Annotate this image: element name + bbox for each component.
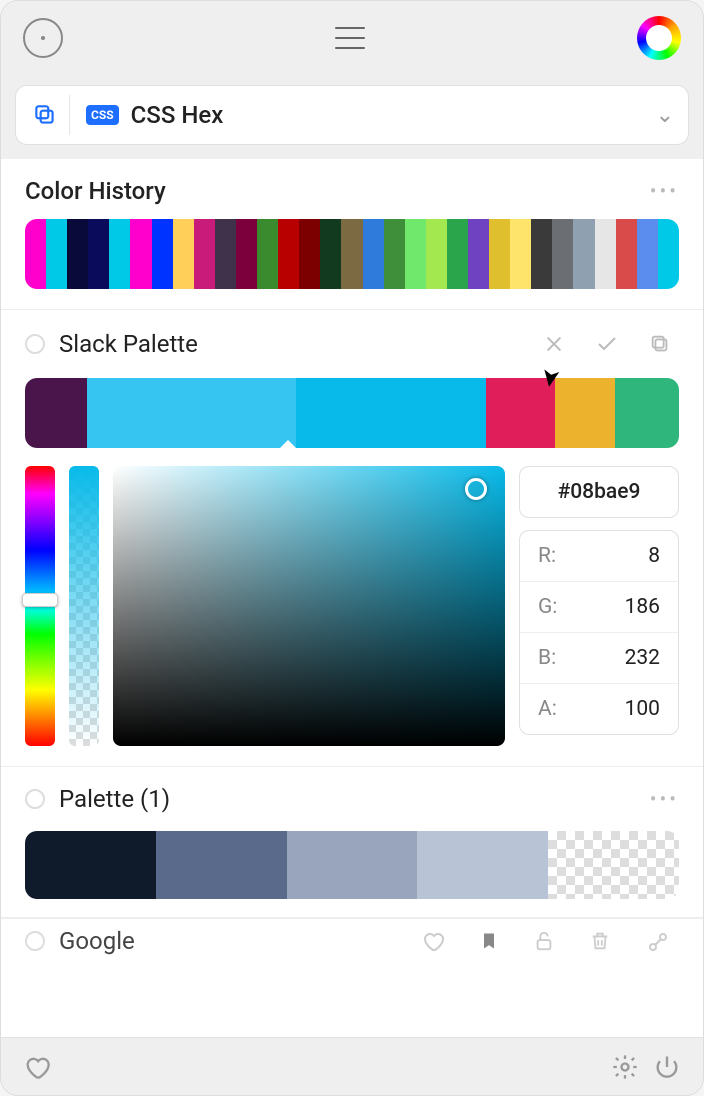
copy-icon[interactable] — [30, 95, 70, 135]
history-swatch[interactable] — [152, 219, 173, 289]
top-bar — [1, 1, 703, 75]
main: Color History ••• Slack Palette — [1, 159, 703, 1037]
slack-swatch[interactable] — [87, 378, 296, 448]
heart-icon[interactable] — [411, 929, 455, 953]
section-history: Color History ••• — [1, 159, 703, 309]
history-swatch[interactable] — [510, 219, 531, 289]
css-badge: CSS — [86, 105, 119, 125]
slack-swatch[interactable] — [555, 378, 615, 448]
history-swatch[interactable] — [468, 219, 489, 289]
row-b[interactable]: B:232 — [520, 633, 678, 684]
slack-swatch[interactable] — [486, 378, 556, 448]
history-title: Color History — [25, 177, 166, 205]
app-window: CSS CSS Hex ⌄ Color History ••• Slack Pa… — [0, 0, 704, 1096]
row-a[interactable]: A:100 — [520, 684, 678, 734]
rgba-table: R:8 G:186 B:232 A:100 — [519, 530, 679, 735]
section-google: Google — [1, 918, 703, 955]
history-swatch[interactable] — [341, 219, 362, 289]
history-swatch[interactable] — [658, 219, 679, 289]
selection-notch — [279, 379, 297, 448]
history-swatch[interactable] — [67, 219, 88, 289]
history-swatch[interactable] — [215, 219, 236, 289]
trash-icon[interactable] — [579, 929, 621, 953]
palette-swatch[interactable] — [25, 831, 156, 899]
favorite-icon[interactable] — [23, 1053, 51, 1081]
history-swatch[interactable] — [426, 219, 447, 289]
power-icon[interactable] — [653, 1053, 681, 1081]
history-more-icon[interactable]: ••• — [650, 179, 679, 203]
bottom-bar — [1, 1037, 703, 1095]
hue-thumb[interactable] — [22, 593, 58, 607]
palette-swatch[interactable] — [287, 831, 418, 899]
history-swatch[interactable] — [447, 219, 468, 289]
menu-icon[interactable] — [335, 27, 365, 49]
history-swatch[interactable] — [531, 219, 552, 289]
history-swatch[interactable] — [25, 219, 46, 289]
history-swatch[interactable] — [489, 219, 510, 289]
format-row: CSS CSS Hex ⌄ — [1, 75, 703, 159]
palette1-title: Palette (1) — [59, 785, 636, 813]
history-swatch[interactable] — [573, 219, 594, 289]
history-swatch[interactable] — [46, 219, 67, 289]
section-slack: Slack Palette ➤ — [1, 310, 703, 766]
palette-swatch[interactable] — [548, 831, 679, 899]
row-g[interactable]: G:186 — [520, 582, 678, 633]
history-swatch[interactable] — [88, 219, 109, 289]
google-title: Google — [59, 927, 397, 955]
format-label: CSS Hex — [131, 101, 644, 129]
section-palette1: Palette (1) ••• — [1, 767, 703, 917]
palette-swatch[interactable] — [156, 831, 287, 899]
history-swatch[interactable] — [384, 219, 405, 289]
palette1-more-icon[interactable]: ••• — [650, 787, 679, 811]
slack-swatch[interactable] — [615, 378, 679, 448]
history-swatch[interactable] — [194, 219, 215, 289]
history-swatch[interactable] — [637, 219, 658, 289]
history-swatch[interactable] — [616, 219, 637, 289]
history-swatch[interactable] — [405, 219, 426, 289]
target-icon[interactable] — [23, 18, 63, 58]
gear-icon[interactable] — [611, 1053, 639, 1081]
history-swatch[interactable] — [552, 219, 573, 289]
alpha-slider[interactable] — [69, 466, 99, 746]
close-icon[interactable] — [535, 329, 573, 359]
palette1-radio[interactable] — [25, 789, 45, 809]
history-strip[interactable] — [25, 219, 679, 289]
saturation-value-area[interactable] — [113, 466, 505, 746]
slack-radio[interactable] — [25, 334, 45, 354]
slack-palette-bar[interactable] — [25, 378, 679, 448]
slack-title: Slack Palette — [59, 330, 521, 358]
history-swatch[interactable] — [257, 219, 278, 289]
unlock-icon[interactable] — [523, 929, 565, 953]
history-swatch[interactable] — [109, 219, 130, 289]
history-swatch[interactable] — [363, 219, 384, 289]
slack-swatch[interactable] — [296, 378, 485, 448]
picker-row: #08bae9 R:8 G:186 B:232 A:100 — [25, 466, 679, 746]
sv-thumb[interactable] — [465, 478, 487, 500]
hex-value[interactable]: #08bae9 — [519, 466, 679, 518]
palette-swatch[interactable] — [417, 831, 548, 899]
history-swatch[interactable] — [173, 219, 194, 289]
history-swatch[interactable] — [130, 219, 151, 289]
history-swatch[interactable] — [236, 219, 257, 289]
duplicate-icon[interactable] — [641, 329, 679, 359]
history-swatch[interactable] — [299, 219, 320, 289]
chevron-down-icon[interactable]: ⌄ — [656, 103, 674, 128]
history-swatch[interactable] — [595, 219, 616, 289]
bookmark-icon[interactable] — [469, 930, 509, 952]
format-selector[interactable]: CSS CSS Hex ⌄ — [15, 85, 689, 145]
google-radio[interactable] — [25, 931, 45, 951]
slack-swatch[interactable] — [25, 378, 87, 448]
history-swatch[interactable] — [320, 219, 341, 289]
check-icon[interactable] — [587, 328, 627, 360]
color-wheel-icon[interactable] — [637, 16, 681, 60]
row-r[interactable]: R:8 — [520, 531, 678, 582]
palette1-bar[interactable] — [25, 831, 679, 899]
share-icon[interactable] — [635, 929, 679, 953]
readout: #08bae9 R:8 G:186 B:232 A:100 — [519, 466, 679, 746]
history-swatch[interactable] — [278, 219, 299, 289]
